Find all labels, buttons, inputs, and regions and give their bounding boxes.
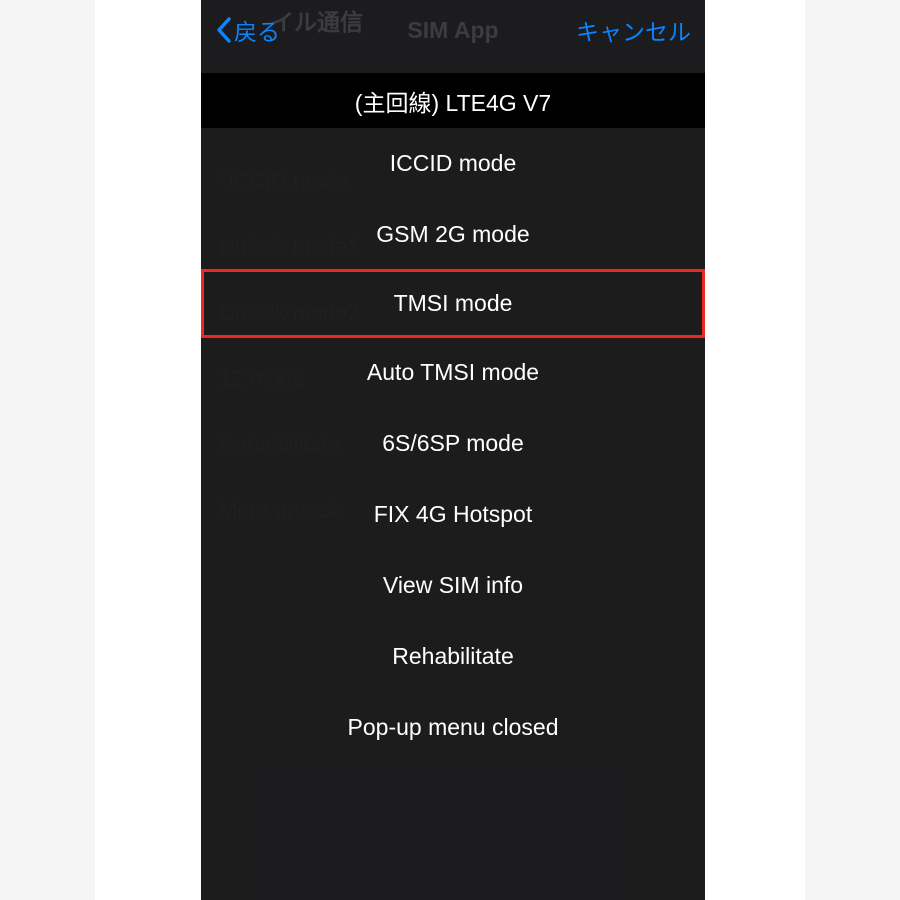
back-button[interactable]: 戻る bbox=[215, 13, 280, 47]
option-tmsi-mode[interactable]: TMSI mode bbox=[201, 269, 705, 338]
option-gsm-2g-mode[interactable]: GSM 2G mode bbox=[201, 199, 705, 270]
option-fix-4g-hotspot[interactable]: FIX 4G Hotspot bbox=[201, 479, 705, 550]
phone-screen: 戻る イル通信 SIM App キャンセル LTE4G V7 *ICCID mo… bbox=[201, 0, 705, 900]
option-rehabilitate[interactable]: Rehabilitate bbox=[201, 621, 705, 692]
page-title: SIM App bbox=[407, 17, 498, 43]
action-sheet: (主回線) LTE4G V7 ICCID mode GSM 2G mode TM… bbox=[201, 73, 705, 763]
action-sheet-list: ICCID mode GSM 2G mode TMSI mode Auto TM… bbox=[201, 128, 705, 763]
option-6s-6sp-mode[interactable]: 6S/6SP mode bbox=[201, 408, 705, 479]
option-view-sim-info[interactable]: View SIM info bbox=[201, 550, 705, 621]
cancel-button[interactable]: キャンセル bbox=[576, 13, 691, 47]
chevron-left-icon bbox=[215, 16, 232, 44]
cancel-label: キャンセル bbox=[576, 19, 691, 45]
action-sheet-title: (主回線) LTE4G V7 bbox=[201, 73, 705, 128]
navigation-bar: 戻る イル通信 SIM App キャンセル bbox=[201, 0, 705, 60]
back-label: 戻る bbox=[234, 13, 280, 47]
option-iccid-mode[interactable]: ICCID mode bbox=[201, 128, 705, 199]
nav-bg-text: イル通信 bbox=[271, 3, 363, 37]
option-popup-menu-closed[interactable]: Pop-up menu closed bbox=[201, 692, 705, 763]
option-auto-tmsi-mode[interactable]: Auto TMSI mode bbox=[201, 337, 705, 408]
app-frame: 戻る イル通信 SIM App キャンセル LTE4G V7 *ICCID mo… bbox=[95, 0, 805, 900]
